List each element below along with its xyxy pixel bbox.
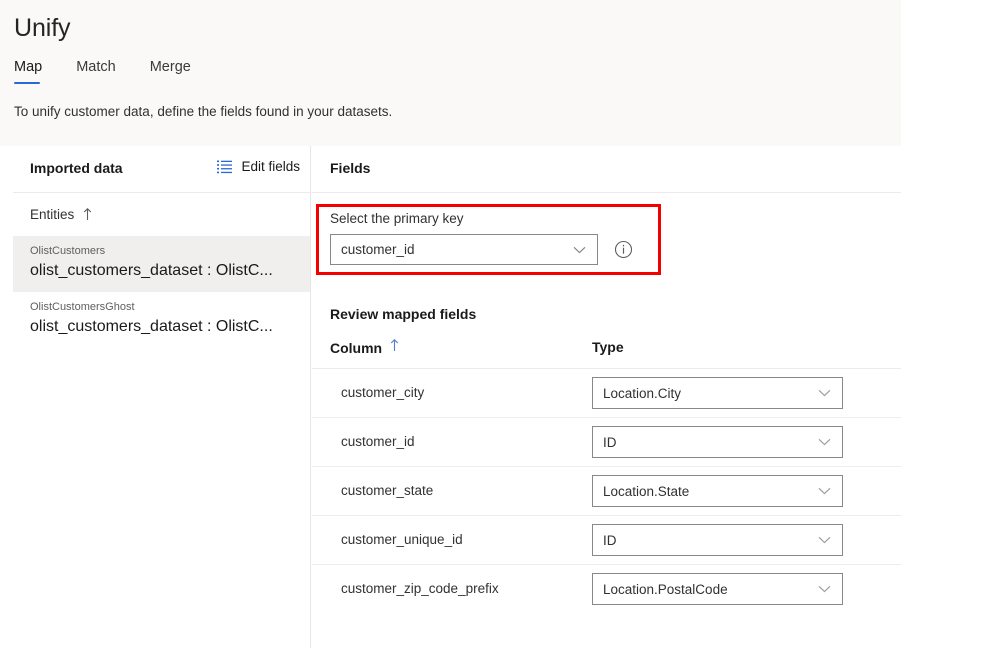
field-type-dropdown[interactable]: Location.PostalCode bbox=[592, 573, 843, 605]
table-row: customer_state Location.State bbox=[312, 467, 901, 516]
sort-ascending-arrow-icon bbox=[83, 208, 92, 221]
mapped-fields-table: Column Type customer_city Location.City bbox=[312, 334, 901, 614]
entity-name: OlistCustomers bbox=[30, 244, 296, 258]
chevron-down-icon bbox=[818, 433, 842, 451]
imported-data-panel: Imported data bbox=[13, 146, 311, 648]
tab-match[interactable]: Match bbox=[76, 59, 116, 84]
field-type-value: Location.PostalCode bbox=[593, 582, 818, 597]
table-header-row: Column Type bbox=[312, 334, 901, 369]
tab-match-label: Match bbox=[76, 59, 116, 75]
field-column-name: customer_zip_code_prefix bbox=[341, 581, 499, 596]
field-column-name: customer_city bbox=[341, 385, 424, 400]
field-column-name: customer_id bbox=[341, 434, 415, 449]
field-column-name: customer_state bbox=[341, 483, 433, 498]
field-type-dropdown[interactable]: Location.City bbox=[592, 377, 843, 409]
column-header-column[interactable]: Column bbox=[330, 339, 399, 357]
field-column-name: customer_unique_id bbox=[341, 532, 463, 547]
tab-merge[interactable]: Merge bbox=[150, 59, 191, 84]
column-header-type-label: Type bbox=[592, 339, 624, 355]
field-type-value: Location.State bbox=[593, 484, 818, 499]
table-row: customer_city Location.City bbox=[312, 369, 901, 418]
chevron-down-icon bbox=[818, 482, 842, 500]
entity-source: olist_customers_dataset : OlistC... bbox=[30, 315, 296, 339]
fields-header: Fields bbox=[312, 146, 901, 193]
field-type-dropdown[interactable]: ID bbox=[592, 524, 843, 556]
table-row: customer_unique_id ID bbox=[312, 516, 901, 565]
entity-name: OlistCustomersGhost bbox=[30, 300, 296, 314]
chevron-down-icon bbox=[818, 580, 842, 598]
table-row: customer_zip_code_prefix Location.Postal… bbox=[312, 565, 901, 614]
fields-title: Fields bbox=[330, 160, 370, 176]
edit-fields-button[interactable]: Edit fields bbox=[217, 159, 300, 174]
review-mapped-fields-title: Review mapped fields bbox=[330, 306, 476, 322]
imported-data-header: Imported data bbox=[13, 146, 310, 193]
unify-map-page: Unify Map Match Merge To unify customer … bbox=[0, 0, 990, 648]
info-circle-icon[interactable] bbox=[614, 240, 633, 264]
field-type-dropdown[interactable]: ID bbox=[592, 426, 843, 458]
page-title: Unify bbox=[14, 14, 70, 43]
imported-data-title: Imported data bbox=[30, 160, 123, 176]
page-header: Unify Map Match Merge To unify customer … bbox=[0, 0, 901, 146]
column-header-type[interactable]: Type bbox=[592, 339, 624, 357]
field-type-value: ID bbox=[593, 533, 818, 548]
tab-merge-label: Merge bbox=[150, 59, 191, 75]
tab-map[interactable]: Map bbox=[14, 59, 42, 84]
edit-fields-label: Edit fields bbox=[241, 159, 300, 174]
chevron-down-icon bbox=[818, 384, 842, 402]
entity-list-item-olistcustomersghost[interactable]: OlistCustomersGhost olist_customers_data… bbox=[13, 292, 310, 348]
entities-sort-header[interactable]: Entities bbox=[13, 193, 310, 236]
entity-list-item-olistcustomers[interactable]: OlistCustomers olist_customers_dataset :… bbox=[13, 236, 310, 292]
fields-panel: Fields Select the primary key customer_i… bbox=[312, 146, 901, 648]
chevron-down-icon bbox=[818, 531, 842, 549]
page-subtitle: To unify customer data, define the field… bbox=[14, 104, 392, 119]
sort-ascending-arrow-icon bbox=[390, 339, 399, 357]
table-row: customer_id ID bbox=[312, 418, 901, 467]
primary-key-value: customer_id bbox=[331, 242, 573, 257]
entity-source: olist_customers_dataset : OlistC... bbox=[30, 259, 296, 283]
primary-key-dropdown[interactable]: customer_id bbox=[330, 234, 598, 265]
tab-bar: Map Match Merge bbox=[14, 59, 225, 84]
entities-label: Entities bbox=[30, 207, 74, 222]
tab-map-label: Map bbox=[14, 59, 42, 75]
field-type-dropdown[interactable]: Location.State bbox=[592, 475, 843, 507]
column-header-column-label: Column bbox=[330, 340, 382, 356]
primary-key-label: Select the primary key bbox=[330, 211, 464, 226]
edit-list-icon bbox=[217, 160, 233, 174]
field-type-value: Location.City bbox=[593, 386, 818, 401]
chevron-down-icon bbox=[573, 241, 597, 259]
field-type-value: ID bbox=[593, 435, 818, 450]
